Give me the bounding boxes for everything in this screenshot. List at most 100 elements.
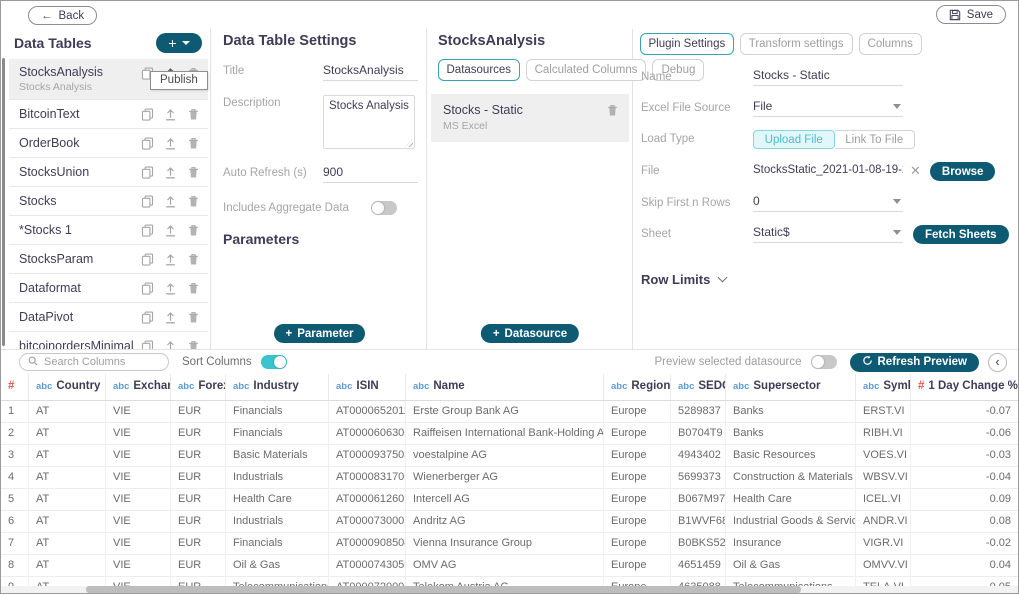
data-table-item[interactable]: BitcoinText bbox=[9, 100, 208, 129]
title-input[interactable] bbox=[323, 63, 418, 81]
copy-icon[interactable] bbox=[141, 311, 154, 324]
publish-icon[interactable] bbox=[164, 340, 177, 350]
aggregate-toggle[interactable] bbox=[371, 201, 397, 215]
trash-icon[interactable] bbox=[187, 282, 200, 295]
tab-columns[interactable]: Columns bbox=[859, 33, 922, 55]
table-cell: AT0000743059 bbox=[329, 555, 406, 576]
row-limits-expander[interactable]: Row Limits bbox=[641, 272, 1015, 287]
column-header[interactable]: abcSupersector bbox=[726, 374, 856, 400]
name-input[interactable] bbox=[753, 68, 903, 86]
trash-icon[interactable] bbox=[187, 340, 200, 350]
preview-selected-datasource-toggle[interactable] bbox=[811, 355, 837, 369]
table-cell: Europe bbox=[604, 511, 671, 532]
skip-first-n-rows-select[interactable]: 0 bbox=[753, 194, 903, 212]
copy-icon[interactable] bbox=[141, 282, 154, 295]
close-icon[interactable]: ✕ bbox=[910, 162, 921, 179]
excel-file-source-select[interactable]: File bbox=[753, 99, 903, 117]
column-header-label: 1 Day Change % bbox=[928, 380, 1017, 392]
column-header[interactable]: abcExchange bbox=[106, 374, 171, 400]
data-table-item[interactable]: *Stocks 1 bbox=[9, 216, 208, 245]
search-columns-box[interactable] bbox=[19, 353, 169, 371]
fetch-sheets-button[interactable]: Fetch Sheets bbox=[913, 225, 1009, 244]
column-header[interactable]: #1 Day Change % bbox=[911, 374, 1019, 400]
trash-icon[interactable] bbox=[187, 108, 200, 121]
resize-handle-icon[interactable] bbox=[405, 139, 413, 147]
link-to-file-option[interactable]: Link To File bbox=[835, 130, 916, 149]
copy-icon[interactable] bbox=[141, 253, 154, 266]
table-cell: 0.04 bbox=[911, 555, 1019, 576]
table-cell: Financials bbox=[226, 533, 329, 554]
search-columns-input[interactable] bbox=[44, 356, 160, 368]
tab-transform-settings[interactable]: Transform settings bbox=[740, 33, 853, 55]
horizontal-scrollbar-thumb[interactable] bbox=[86, 586, 801, 593]
copy-icon[interactable] bbox=[141, 137, 154, 150]
column-header[interactable]: abcName bbox=[406, 374, 604, 400]
data-table-item[interactable]: Stocks bbox=[9, 187, 208, 216]
tab-plugin-settings[interactable]: Plugin Settings bbox=[640, 33, 734, 55]
trash-icon[interactable] bbox=[187, 166, 200, 179]
publish-icon[interactable] bbox=[164, 108, 177, 121]
text-type-icon: abc bbox=[233, 381, 249, 392]
sidebar-scrollbar[interactable] bbox=[2, 58, 5, 346]
data-table-item[interactable]: OrderBook bbox=[9, 129, 208, 158]
publish-icon[interactable] bbox=[164, 166, 177, 179]
column-header[interactable]: # bbox=[1, 374, 29, 400]
column-header[interactable]: abcSymbol bbox=[856, 374, 911, 400]
auto-refresh-input[interactable] bbox=[323, 165, 418, 183]
table-cell: 8 bbox=[1, 555, 29, 576]
copy-icon[interactable] bbox=[141, 166, 154, 179]
publish-icon[interactable] bbox=[164, 282, 177, 295]
trash-icon[interactable] bbox=[187, 253, 200, 266]
publish-icon[interactable] bbox=[164, 195, 177, 208]
copy-icon[interactable] bbox=[141, 340, 154, 350]
add-data-table-button[interactable]: + bbox=[156, 33, 202, 53]
copy-icon[interactable] bbox=[141, 224, 154, 237]
tab-datasources[interactable]: Datasources bbox=[438, 59, 520, 81]
skip-first-n-rows-value: 0 bbox=[753, 194, 903, 212]
data-table-item[interactable]: StocksUnion bbox=[9, 158, 208, 187]
copy-icon[interactable] bbox=[141, 108, 154, 121]
save-button[interactable]: Save bbox=[936, 5, 1006, 24]
table-cell: B0BKS52 bbox=[671, 533, 726, 554]
trash-icon[interactable] bbox=[606, 104, 619, 117]
publish-icon[interactable] bbox=[164, 311, 177, 324]
trash-icon[interactable] bbox=[187, 311, 200, 324]
publish-icon[interactable] bbox=[164, 224, 177, 237]
column-header[interactable]: abcRegion bbox=[604, 374, 671, 400]
data-table-item[interactable]: StocksParam bbox=[9, 245, 208, 274]
column-header[interactable]: abcISIN bbox=[329, 374, 406, 400]
browse-button[interactable]: Browse bbox=[930, 162, 996, 181]
trash-icon[interactable] bbox=[187, 224, 200, 237]
publish-icon[interactable] bbox=[164, 253, 177, 266]
app-window: ← Back Save Data Tables + StocksAnalysis… bbox=[0, 0, 1019, 594]
data-table-item[interactable]: Dataformat bbox=[9, 274, 208, 303]
tab-calculated-columns[interactable]: Calculated Columns bbox=[526, 59, 647, 81]
copy-icon[interactable] bbox=[141, 195, 154, 208]
data-table-item[interactable]: DataPivot bbox=[9, 303, 208, 332]
column-header-label: Forex bbox=[198, 380, 226, 392]
add-parameter-button[interactable]: + Parameter bbox=[274, 324, 366, 343]
trash-icon[interactable] bbox=[187, 195, 200, 208]
table-cell: EUR bbox=[171, 511, 226, 532]
datasource-item[interactable]: Stocks - Static MS Excel bbox=[431, 94, 629, 142]
add-datasource-button[interactable]: + Datasource bbox=[481, 324, 579, 343]
column-header[interactable]: abcForex bbox=[171, 374, 226, 400]
collapse-panel-button[interactable]: ‹ bbox=[988, 353, 1007, 372]
column-header[interactable]: abcSEDOL bbox=[671, 374, 726, 400]
sheet-select[interactable]: Static$ bbox=[753, 225, 903, 243]
refresh-icon bbox=[862, 355, 873, 369]
chevron-down-icon bbox=[893, 104, 901, 109]
description-input[interactable]: Stocks Analysis bbox=[323, 95, 415, 149]
table-row: 8ATVIEEUROil & GasAT0000743059OMV AGEuro… bbox=[1, 555, 1019, 577]
column-header[interactable]: abcIndustry bbox=[226, 374, 329, 400]
upload-file-option[interactable]: Upload File bbox=[753, 130, 835, 149]
column-header[interactable]: abcCountry bbox=[29, 374, 106, 400]
sort-columns-toggle[interactable] bbox=[261, 355, 287, 369]
table-cell: AT bbox=[29, 445, 106, 466]
publish-icon[interactable] bbox=[164, 137, 177, 150]
back-button[interactable]: ← Back bbox=[28, 6, 97, 25]
data-table-item[interactable]: bitcoinordersMinimal bbox=[9, 332, 208, 349]
trash-icon[interactable] bbox=[187, 137, 200, 150]
data-table-name: StocksParam bbox=[19, 252, 93, 266]
refresh-preview-button[interactable]: Refresh Preview bbox=[850, 353, 980, 372]
